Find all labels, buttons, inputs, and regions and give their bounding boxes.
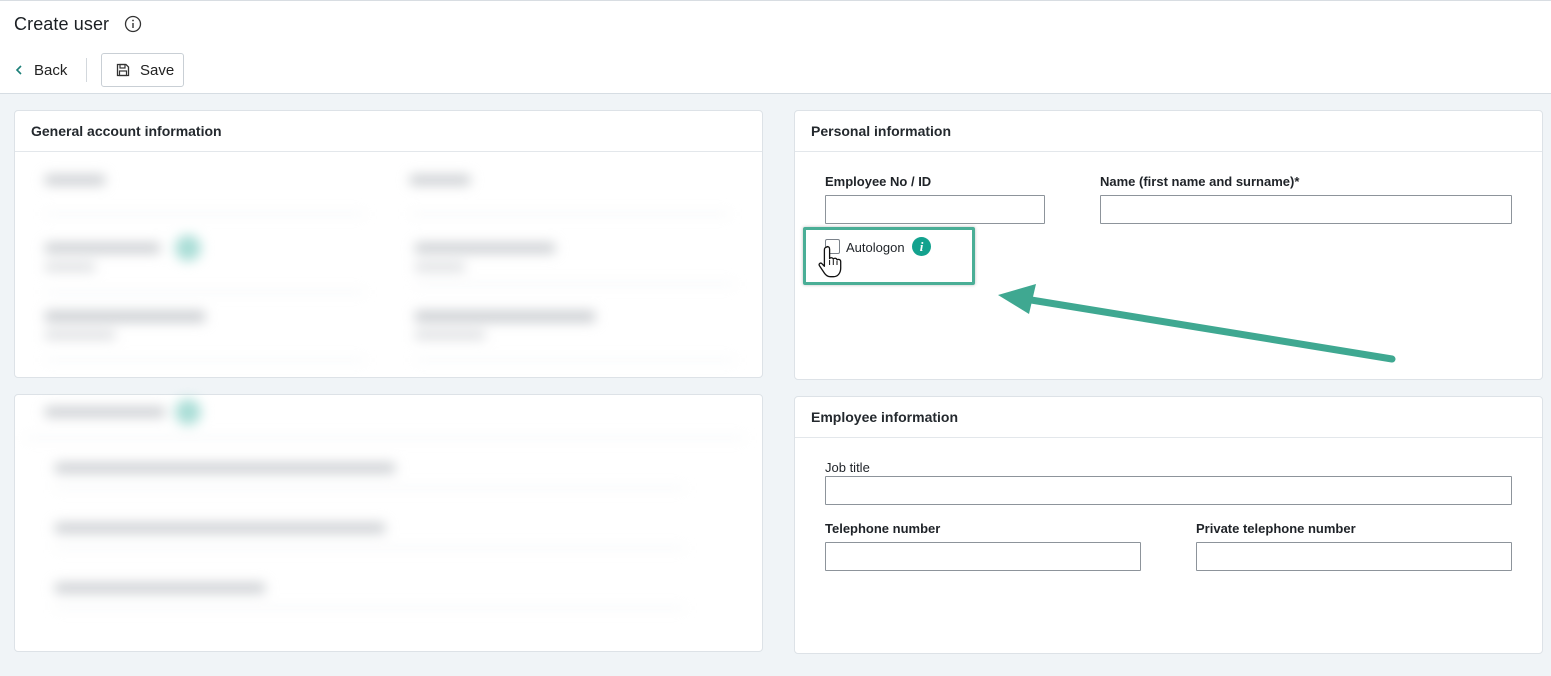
telephone-label: Telephone number [825, 521, 941, 536]
save-label: Save [140, 61, 175, 79]
blurred-content [25, 163, 745, 373]
general-account-card: General account information [14, 110, 763, 378]
info-circle-icon[interactable] [124, 15, 142, 33]
back-label: Back [34, 61, 68, 79]
employee-no-input[interactable] [825, 195, 1045, 224]
job-title-input[interactable] [825, 476, 1512, 505]
private-telephone-label: Private telephone number [1196, 521, 1356, 536]
blurred-content [25, 395, 745, 640]
hand-pointer-icon [818, 245, 842, 278]
name-input[interactable] [1100, 195, 1512, 224]
toolbar-divider [86, 58, 87, 82]
employee-information-title: Employee information [795, 397, 1542, 438]
private-telephone-input[interactable] [1196, 542, 1512, 571]
employee-no-label: Employee No / ID [825, 174, 932, 189]
chevron-left-icon [15, 65, 22, 75]
top-bar: Create user Back Save [0, 0, 1551, 94]
general-account-title: General account information [15, 111, 762, 152]
telephone-input[interactable] [825, 542, 1141, 571]
arrow-annotation [998, 284, 1396, 363]
job-title-label: Job title [825, 460, 870, 475]
floppy-disk-icon [116, 63, 130, 77]
personal-information-title: Personal information [795, 111, 1542, 152]
name-label: Name (first name and surname)* [1100, 174, 1300, 189]
back-button[interactable]: Back [14, 59, 67, 81]
blurred-card [14, 394, 763, 652]
save-button[interactable]: Save [101, 53, 184, 87]
page-title: Create user [14, 14, 110, 34]
